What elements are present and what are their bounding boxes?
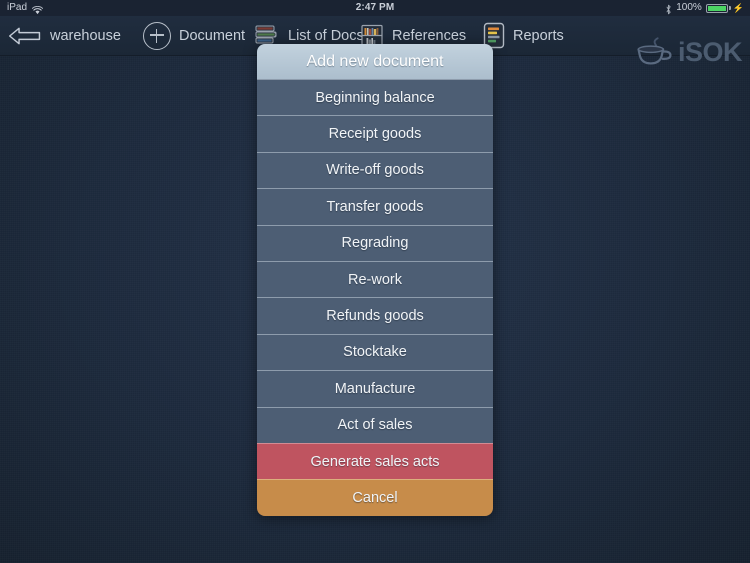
ipad-screen: iPad 2:47 PM 100% ⚡ warehouse Document L… [0,0,750,563]
nav-item-label-references: References [392,27,467,44]
action-sheet-item-transfer-goods[interactable]: Transfer goods [257,188,493,225]
add-document-action-sheet: Add new document Beginning balance Recei… [257,44,493,517]
coffee-cup-icon [633,35,675,69]
action-sheet-item-beginning-balance[interactable]: Beginning balance [257,79,493,116]
bluetooth-icon [665,4,672,15]
action-sheet-title: Add new document [257,44,493,79]
action-sheet-item-re-work[interactable]: Re-work [257,260,493,298]
action-sheet-cancel-button[interactable]: Cancel [257,479,493,517]
nav-back-label: warehouse [50,27,121,44]
nav-item-label-reports: Reports [513,27,564,44]
plus-circle-icon [143,21,171,50]
nav-item-label-document: Document [179,27,246,44]
status-bar: iPad 2:47 PM 100% ⚡ [0,0,750,16]
nav-item-reports[interactable]: Reports [483,16,564,55]
action-sheet-item-refunds-goods[interactable]: Refunds goods [257,297,493,334]
isok-logo: iSOK [633,32,743,72]
action-sheet-item-stocktake[interactable]: Stocktake [257,333,493,371]
status-bar-clock: 2:47 PM [355,2,395,13]
action-sheet-item-receipt-goods[interactable]: Receipt goods [257,115,493,152]
action-sheet-item-act-of-sales[interactable]: Act of sales [257,406,493,443]
nav-back-warehouse[interactable]: warehouse [8,16,121,55]
action-sheet-item-write-off-goods[interactable]: Write-off goods [257,151,493,189]
nav-item-document[interactable]: Document [143,16,245,55]
battery-percent-label: 100% [676,2,702,13]
action-sheet-item-regrading[interactable]: Regrading [257,224,493,261]
battery-charging-icon: ⚡ [705,0,744,16]
isok-wordmark: iSOK [677,36,743,67]
back-arrow-icon [8,26,42,46]
nav-item-label-list-of-docs: List of Docs [288,27,364,44]
action-sheet-item-manufacture[interactable]: Manufacture [257,370,493,407]
action-sheet-item-generate-sales-acts[interactable]: Generate sales acts [257,442,493,480]
status-bar-right: 100% ⚡ [665,0,744,16]
